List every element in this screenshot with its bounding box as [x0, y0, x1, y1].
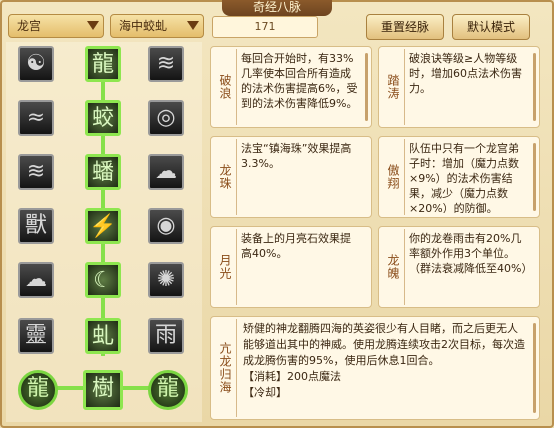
- dragon-orb-icon[interactable]: 龍: [148, 370, 188, 410]
- chevron-down-icon: [87, 21, 99, 30]
- reset-meridian-button[interactable]: 重置经脉: [366, 14, 444, 40]
- beast-icon[interactable]: 獸: [18, 208, 54, 244]
- scrollbar[interactable]: [533, 143, 536, 211]
- wind-swirl-icon[interactable]: ☯: [18, 46, 54, 82]
- skill-name: 龙魄: [383, 229, 405, 305]
- skill-name: 踏涛: [383, 49, 405, 125]
- vortex-icon[interactable]: ◎: [148, 100, 184, 136]
- cloud-icon[interactable]: ☁: [18, 262, 54, 298]
- skill-cost: 【消耗】200点魔法: [243, 370, 341, 383]
- dragon-icon[interactable]: 龍: [85, 46, 121, 82]
- school-dropdown-label: 龙宫: [17, 19, 42, 33]
- spirit-icon[interactable]: 靈: [18, 318, 54, 354]
- dragon-totem-icon[interactable]: 樹: [83, 370, 123, 410]
- flood-icon[interactable]: ≋: [18, 154, 54, 190]
- path-dropdown-label: 海中蛟虬: [119, 19, 168, 33]
- storm-icon[interactable]: ✺: [148, 262, 184, 298]
- skill-cooldown: 【冷却】: [243, 386, 287, 399]
- dragon-coil-icon[interactable]: 蟠: [85, 154, 121, 190]
- skill-card[interactable]: 龙珠 法宝“镇海珠”效果提高3.3%。: [210, 136, 372, 218]
- scrollbar[interactable]: [533, 53, 536, 121]
- skill-card[interactable]: 傲翔 队伍中只有一个龙宫弟子时：增加（魔力点数×9%）的法术伤害结果，减少（魔力…: [378, 136, 540, 218]
- special-skill-card[interactable]: 亢龙归海 矫健的神龙翻腾四海的英姿很少有人目睹，而之后更无人能够道出其中的神威。…: [210, 316, 540, 420]
- skill-desc: 破浪诀等级≥人物等级时，增加60点法术伤害力。: [409, 52, 522, 95]
- skill-card[interactable]: 月光 装备上的月亮石效果提高40%。: [210, 226, 372, 308]
- window-title: 奇经八脉: [222, 0, 332, 16]
- wave-icon[interactable]: ≋: [148, 46, 184, 82]
- skill-desc: 每回合开始时，有33%几率使本回合所有造成的法术伤害提高6%，受到的法术伤害降低…: [241, 52, 358, 110]
- skill-card[interactable]: 龙魄 你的龙卷雨击有20%几率额外作用3个单位。（群法衰减降低至40%）: [378, 226, 540, 308]
- sea-dragon-icon[interactable]: 蛟: [85, 100, 121, 136]
- skill-card[interactable]: 破浪 每回合开始时，有33%几率使本回合所有造成的法术伤害提高6%，受到的法术伤…: [210, 46, 372, 128]
- skill-desc: 矫健的神龙翻腾四海的英姿很少有人目睹，而之后更无人能够道出其中的神威。使用龙腾连…: [243, 321, 525, 415]
- scrollbar[interactable]: [533, 323, 536, 413]
- skill-card[interactable]: 踏涛 破浪诀等级≥人物等级时，增加60点法术伤害力。: [378, 46, 540, 128]
- path-dropdown[interactable]: 海中蛟虬: [110, 14, 204, 38]
- moon-icon[interactable]: ☾: [85, 262, 121, 298]
- chevron-down-icon: [187, 21, 199, 30]
- lightning-dragon-icon[interactable]: ⚡: [85, 208, 121, 244]
- serpent-icon[interactable]: 虬: [85, 318, 121, 354]
- skill-desc: 法宝“镇海珠”效果提高3.3%。: [241, 142, 352, 170]
- skill-name: 亢龙归海: [215, 319, 237, 417]
- water-icon[interactable]: ≈: [18, 100, 54, 136]
- skill-desc: 队伍中只有一个龙宫弟子时：增加（魔力点数×9%）的法术伤害结果，减少（魔力点数×…: [409, 142, 519, 213]
- dragon-orb-icon[interactable]: 龍: [18, 370, 58, 410]
- mist-icon[interactable]: ☁: [148, 154, 184, 190]
- rain-icon[interactable]: 雨: [148, 318, 184, 354]
- default-mode-button[interactable]: 默认模式: [452, 14, 530, 40]
- skill-name: 破浪: [215, 49, 237, 125]
- skill-name: 月光: [215, 229, 237, 305]
- skill-name: 傲翔: [383, 139, 405, 215]
- points-counter: 171: [212, 16, 318, 38]
- skill-desc: 装备上的月亮石效果提高40%。: [241, 232, 351, 260]
- skill-desc: 你的龙卷雨击有20%几率额外作用3个单位。（群法衰减降低至40%）: [409, 232, 527, 275]
- scrollbar[interactable]: [365, 53, 368, 121]
- skill-name: 龙珠: [215, 139, 237, 215]
- pearl-icon[interactable]: ◉: [148, 208, 184, 244]
- skill-desc-text: 矫健的神龙翻腾四海的英姿很少有人目睹，而之后更无人能够道出其中的神威。使用龙腾连…: [243, 322, 525, 367]
- school-dropdown[interactable]: 龙宫: [8, 14, 104, 38]
